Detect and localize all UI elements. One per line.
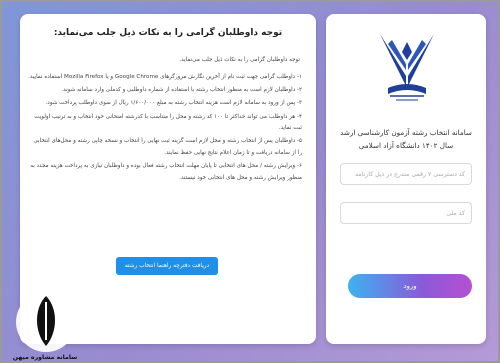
notice-title: توجه داوطلبان گرامی را به نکات ذیل جلب م…: [53, 28, 283, 38]
azad-university-logo-icon: [380, 34, 434, 101]
notice-item: ۴- هر داوطلب می تواند حداکثر تا ۱۰۰ کد ر…: [34, 113, 302, 132]
login-button[interactable]: ورود: [348, 274, 472, 298]
national-code-input[interactable]: [340, 202, 472, 224]
notice-list: ۱- داوطلب گرامی جهت ثبت نام از آخرین نگا…: [28, 72, 302, 186]
notice-item: ۳- پس از ورود به سامانه لازم است هزینه ا…: [45, 100, 302, 107]
login-card: سامانه انتخاب رشته آزمون کارشناسی ارشد س…: [326, 14, 486, 344]
notice-item: ۵- داوطلبان پس از انتخاب رشته و محل لازم…: [33, 138, 302, 156]
notice-item: ۲- داوطلبان لازم است به منظور انتخاب رشت…: [61, 87, 302, 94]
login-title: سامانه انتخاب رشته آزمون کارشناسی ارشد س…: [340, 128, 472, 150]
notice-item: ۶- ویرایش رشته / محل های انتخابی تا پایا…: [30, 163, 302, 181]
notice-item: ۱- داوطلب گرامی جهت ثبت نام از آخرین نگا…: [28, 74, 302, 80]
notice-intro: توجه داوطلبان گرامی را به نکات ذیل جلب م…: [179, 57, 300, 63]
mihan-watermark-icon: [16, 292, 76, 352]
watermark-text: سامانه مشاوره میهن: [12, 354, 78, 361]
download-guide-button[interactable]: دریافت دفترچه راهنما انتخاب رشته: [116, 257, 218, 275]
access-code-input[interactable]: [340, 163, 472, 185]
